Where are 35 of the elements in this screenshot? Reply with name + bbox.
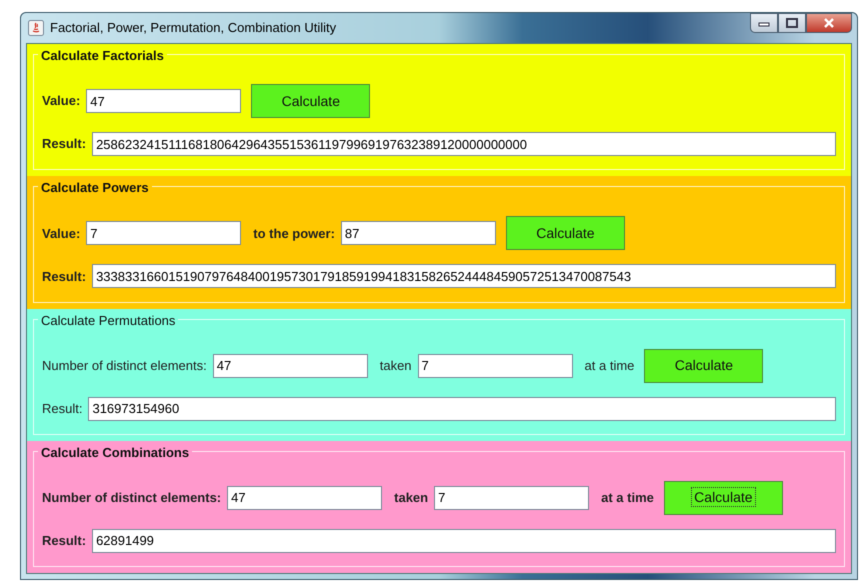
result-field[interactable]: 62891499 <box>92 528 836 553</box>
window-title: Factorial, Power, Permutation, Combination Utility <box>50 19 336 38</box>
field-label: at a time <box>601 489 654 508</box>
result-field[interactable]: 33383316601519079764840019573017918591994183158265244484590572513470087543 <box>92 264 836 288</box>
result-label: Result: <box>42 532 86 550</box>
field-label: at a time <box>584 356 634 375</box>
app-icon <box>28 20 44 36</box>
field-label: taken <box>380 356 412 375</box>
field-label: Number of distinct elements: <box>42 356 207 375</box>
maximize-icon <box>786 18 798 28</box>
input-field[interactable]: 7 <box>434 486 590 510</box>
field-label: Number of distinct elements: <box>42 489 222 508</box>
maximize-button[interactable] <box>778 13 806 33</box>
close-icon <box>823 18 835 28</box>
field-label: taken <box>394 489 428 508</box>
input-field[interactable]: 47 <box>86 89 242 114</box>
calculate-button[interactable]: Calculate <box>506 216 625 250</box>
input-field[interactable]: 7 <box>86 221 242 246</box>
minimize-button[interactable] <box>750 13 778 33</box>
field-label: Value: <box>42 92 80 110</box>
field-label: Value: <box>42 224 80 243</box>
close-button[interactable] <box>806 13 852 33</box>
input-field[interactable]: 7 <box>418 354 573 378</box>
result-field[interactable]: 258623241511168180642964355153611979969197632389120000000000 <box>92 132 836 156</box>
result-label: Result: <box>42 135 86 154</box>
input-field[interactable]: 87 <box>340 221 496 246</box>
calculate-button[interactable]: Calculate <box>664 480 783 515</box>
calculate-button[interactable]: Calculate <box>644 348 764 383</box>
input-field[interactable]: 47 <box>212 354 368 378</box>
input-field[interactable]: 47 <box>227 486 382 510</box>
result-label: Result: <box>42 400 82 418</box>
result-field[interactable]: 316973154960 <box>88 396 836 421</box>
calculate-button[interactable]: Calculate <box>251 84 370 118</box>
result-label: Result: <box>42 268 86 286</box>
field-label: to the power: <box>253 224 335 243</box>
